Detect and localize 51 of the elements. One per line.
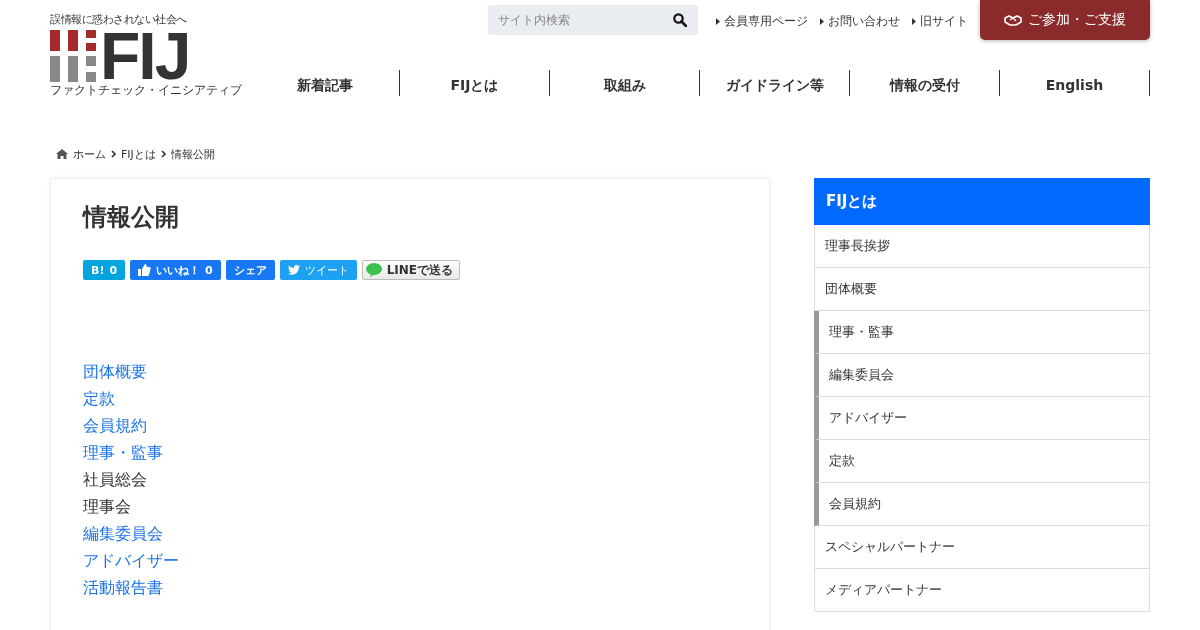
sidebar-subitem[interactable]: 会員規約 xyxy=(814,483,1150,526)
breadcrumb-current: 情報公開 xyxy=(170,146,215,162)
header-link[interactable]: 旧サイト xyxy=(912,13,968,30)
chevron-icon xyxy=(111,150,116,158)
speech-bubble-icon xyxy=(365,263,382,277)
sidebar-item[interactable]: メディアパートナー xyxy=(814,569,1150,612)
sidebar-item[interactable]: 理事長挨拶 xyxy=(814,225,1150,268)
nav-link[interactable]: FIJとは xyxy=(400,70,550,96)
caret-icon xyxy=(820,18,824,25)
nav-link[interactable]: English xyxy=(1000,70,1150,96)
breadcrumb-link[interactable]: ホーム xyxy=(73,146,106,162)
search-field[interactable]: サイト内検索 xyxy=(488,5,698,35)
breadcrumb-link[interactable]: FIJとは xyxy=(121,146,156,162)
content-link[interactable]: 理事・監事 xyxy=(83,439,163,466)
header-link[interactable]: 会員専用ページ xyxy=(716,13,808,30)
nav-link[interactable]: 新着記事 xyxy=(250,70,400,96)
content-text: 社員総会 xyxy=(83,469,147,491)
content-link[interactable]: 活動報告書 xyxy=(83,574,163,601)
header-link[interactable]: お問い合わせ xyxy=(820,13,900,30)
sidebar-title: FIJとは xyxy=(814,178,1150,225)
sidebar-subitem[interactable]: アドバイザー xyxy=(814,397,1150,440)
support-button[interactable]: ご参加・ご支援 xyxy=(980,0,1150,40)
content-link[interactable]: 定款 xyxy=(83,385,115,412)
nav-link[interactable]: 情報の受付 xyxy=(850,70,1000,96)
thumbs-up-icon xyxy=(138,264,152,276)
home-icon xyxy=(56,149,68,159)
logo-caption: ファクトチェック・イニシアティブ xyxy=(50,83,243,97)
bird-icon xyxy=(287,265,300,275)
sidebar-item[interactable]: 団体概要 xyxy=(814,268,1150,311)
logo-mark-drawing xyxy=(50,30,96,82)
caret-icon xyxy=(912,18,916,25)
caret-icon xyxy=(716,18,720,25)
sidebar-item[interactable]: スペシャルパートナー xyxy=(814,526,1150,569)
sidebar-subitem[interactable]: 理事・監事 xyxy=(814,311,1150,354)
share-button[interactable]: シェア xyxy=(225,260,275,280)
tagline: 誤情報に惑わされない社会へ xyxy=(50,12,188,27)
content-text: 理事会 xyxy=(83,496,131,518)
content-link[interactable]: アドバイザー xyxy=(83,547,179,574)
chevron-icon xyxy=(160,150,166,158)
content-link[interactable]: 団体概要 xyxy=(83,358,147,385)
logo-text[interactable]: FIJ xyxy=(100,30,190,82)
nav-link[interactable]: 取組み xyxy=(550,70,700,96)
content-link[interactable]: 会員規約 xyxy=(83,412,147,439)
share-button[interactable]: LINEで送る xyxy=(361,260,461,280)
nav-link[interactable]: ガイドライン等 xyxy=(700,70,850,96)
content-link[interactable]: 編集委員会 xyxy=(83,520,163,547)
page-title: 情報公開 xyxy=(83,202,180,233)
sidebar-subitem[interactable]: 編集委員会 xyxy=(814,354,1150,397)
sidebar-subitem[interactable]: 定款 xyxy=(814,440,1150,483)
search-icon[interactable] xyxy=(673,13,687,27)
share-button[interactable]: いいね！ 0 xyxy=(130,260,221,280)
